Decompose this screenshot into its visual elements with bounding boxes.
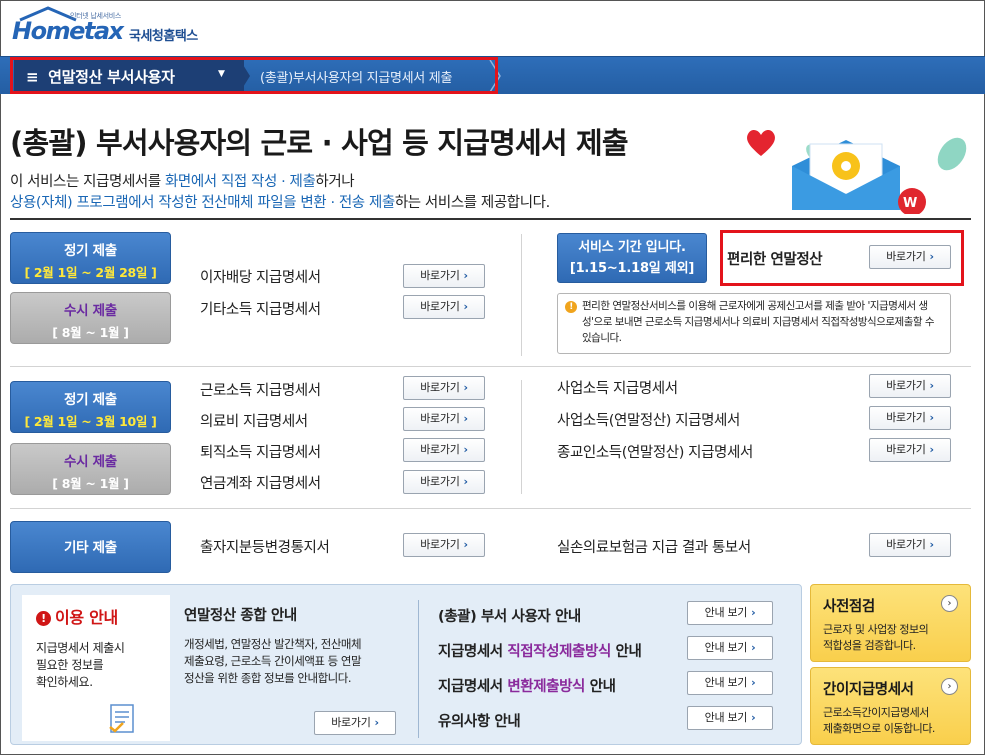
item-other-income: 기타소득 지급명세서 bbox=[200, 302, 321, 318]
view-caution-button[interactable]: 안내 보기 › bbox=[687, 706, 773, 730]
go-interest-dividend-button[interactable]: 바로가기 › bbox=[403, 264, 485, 288]
regular-submit-badge-2: 정기 제출 [ 2월 1일 ~ 3월 10일 ] bbox=[10, 381, 171, 433]
page-title: (총괄) 부서사용자의 근로 · 사업 등 지급명세서 제출 bbox=[10, 126, 629, 160]
item-equity-change: 출자지분등변경통지서 bbox=[200, 540, 330, 556]
item-religious-income: 종교인소득(연말정산) 지급명세서 bbox=[557, 445, 753, 461]
logo-korean: 국세청홈택스 bbox=[129, 29, 198, 44]
item-retirement-income: 퇴직소득 지급명세서 bbox=[200, 445, 321, 461]
go-pension-account-button[interactable]: 바로가기 › bbox=[403, 470, 485, 494]
year-end-guide-text: 개정세법, 연말정산 발간책자, 전산매체 제출요령, 근로소득 간이세액표 등… bbox=[184, 637, 362, 685]
title-divider bbox=[10, 218, 971, 220]
guide-dept-user: (총괄) 부서 사용자 안내 bbox=[438, 609, 581, 625]
go-earned-income-button[interactable]: 바로가기 › bbox=[403, 376, 485, 400]
view-direct-submit-button[interactable]: 안내 보기 › bbox=[687, 636, 773, 660]
page-description: 이 서비스는 지급명세서를 화면에서 직접 작성 · 제출하거나 상용(자체) … bbox=[10, 174, 550, 211]
hometax-logo[interactable]: 인터넷 납세서비스 Hometax 국세청홈택스 bbox=[12, 6, 202, 46]
go-medical-expense-button[interactable]: 바로가기 › bbox=[403, 407, 485, 431]
easy-year-end-highlight-frame bbox=[720, 230, 964, 286]
view-dept-user-button[interactable]: 안내 보기 › bbox=[687, 601, 773, 625]
item-earned-income: 근로소득 지급명세서 bbox=[200, 383, 321, 399]
nav-highlight-frame bbox=[10, 57, 498, 94]
chevron-right-icon: › bbox=[941, 595, 958, 612]
item-medical-expense: 의료비 지급명세서 bbox=[200, 414, 308, 430]
usage-title: ! 이용 안내 bbox=[36, 604, 118, 628]
guide-caution: 유의사항 안내 bbox=[438, 714, 521, 730]
go-equity-change-button[interactable]: 바로가기 › bbox=[403, 533, 485, 557]
regular-submit-badge-1: 정기 제출 [ 2월 1일 ~ 2월 28일 ] bbox=[10, 232, 171, 284]
guide-convert-submit: 지급명세서 변환제출방식 안내 bbox=[438, 679, 616, 695]
heart-icon bbox=[747, 129, 775, 156]
guide-direct-submit: 지급명세서 직접작성제출방식 안내 bbox=[438, 644, 642, 660]
svg-text:W: W bbox=[903, 196, 917, 211]
item-business-income: 사업소득 지급명세서 bbox=[557, 381, 678, 397]
envelope-illustration-icon: W bbox=[792, 137, 967, 214]
info-panel-divider bbox=[418, 600, 419, 738]
document-check-icon bbox=[109, 704, 134, 733]
go-religious-income-button[interactable]: 바로가기 › bbox=[869, 438, 951, 462]
item-business-income-ye: 사업소득(연말정산) 지급명세서 bbox=[557, 413, 740, 429]
year-end-guide-title: 연말정산 종합 안내 bbox=[184, 608, 297, 624]
go-indemnity-insurance-button[interactable]: 바로가기 › bbox=[869, 533, 951, 557]
section-divider-1 bbox=[10, 366, 971, 367]
warning-icon: ! bbox=[565, 301, 577, 313]
item-pension-account: 연금계좌 지급명세서 bbox=[200, 476, 321, 492]
simple-statement-card[interactable]: 간이지급명세서 근로소득간이지급명세서 제출화면으로 이동합니다. › bbox=[810, 667, 971, 745]
section2-divider bbox=[521, 380, 522, 494]
precheck-card[interactable]: 사전점검 근로자 및 사업장 정보의 적합성을 검증합니다. › bbox=[810, 584, 971, 662]
service-period-badge: 서비스 기간 입니다. [1.15~1.18일 제외] bbox=[557, 233, 707, 283]
go-retirement-income-button[interactable]: 바로가기 › bbox=[403, 438, 485, 462]
logo-wordmark: Hometax bbox=[12, 17, 124, 45]
item-interest-dividend: 이자배당 지급명세서 bbox=[200, 270, 321, 286]
occasional-submit-badge-1: 수시 제출 [ 8월 ~ 1월 ] bbox=[10, 292, 171, 344]
section1-divider bbox=[521, 234, 522, 356]
chevron-right-icon: › bbox=[941, 678, 958, 695]
usage-text: 지급명세서 제출시 필요한 정보를 확인하세요. bbox=[36, 641, 125, 689]
section-divider-2 bbox=[10, 508, 971, 509]
easy-year-end-notice: ! 편리한 연말정산서비스를 이용해 근로자에게 공제신고서를 제출 받아 '지… bbox=[557, 293, 951, 354]
alert-icon: ! bbox=[36, 611, 51, 626]
view-convert-submit-button[interactable]: 안내 보기 › bbox=[687, 671, 773, 695]
item-indemnity-insurance: 실손의료보험금 지급 결과 통보서 bbox=[557, 540, 751, 556]
go-year-end-guide-button[interactable]: 바로가기 › bbox=[314, 711, 396, 735]
other-submit-badge: 기타 제출 bbox=[10, 521, 171, 573]
go-other-income-button[interactable]: 바로가기 › bbox=[403, 295, 485, 319]
go-business-income-button[interactable]: 바로가기 › bbox=[869, 374, 951, 398]
go-business-income-ye-button[interactable]: 바로가기 › bbox=[869, 406, 951, 430]
occasional-submit-badge-2: 수시 제출 [ 8월 ~ 1월 ] bbox=[10, 443, 171, 495]
